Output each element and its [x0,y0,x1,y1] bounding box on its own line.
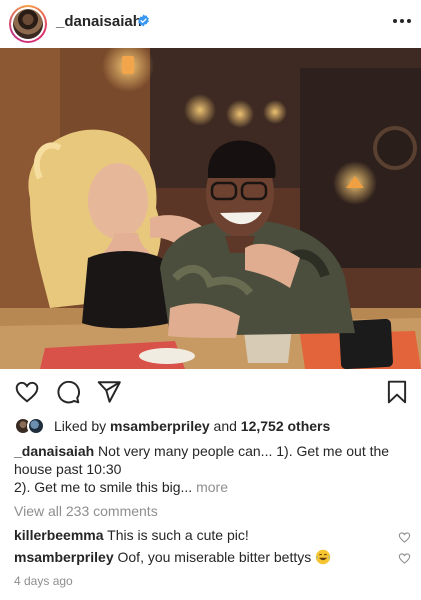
likes-summary[interactable]: Liked by msamberpriley and 12,752 others [14,416,330,436]
caption-text-line2: 2). Get me to smile this big [14,479,181,495]
caption-ellipsis: ... [180,479,193,495]
comment-text: This is such a cute pic! [103,527,249,543]
avatar-border [11,7,45,41]
more-dots-icon[interactable] [391,10,413,32]
bookmark-icon[interactable] [384,379,410,405]
likes-and: and [209,418,241,434]
heart-icon[interactable] [14,379,40,405]
comment-username[interactable]: msamberpriley [14,549,114,565]
comment-item: killerbeemma This is such a cute pic! [14,527,384,543]
avatar[interactable] [9,5,47,43]
post-actions [0,376,421,408]
caption-username[interactable]: _danaisaiah [14,443,94,459]
post-header: _danaisaiah [0,0,421,48]
verified-badge-icon [138,14,149,27]
likes-prefix: Liked by [54,418,107,434]
post-photo[interactable] [0,48,421,369]
heart-icon[interactable] [398,552,411,565]
heart-icon[interactable] [398,531,411,544]
likes-others-count[interactable]: 12,752 others [241,418,331,434]
laughing-crying-emoji-icon [315,549,331,565]
comment-username[interactable]: killerbeemma [14,527,104,543]
liker-username[interactable]: msamberpriley [110,418,210,434]
photo-illustration [0,48,421,369]
avatar-image [13,9,43,39]
paper-plane-icon[interactable] [96,379,122,405]
comment-item: msamberpriley Oof, you miserable bitter … [14,549,384,565]
more-dots-glyph [393,19,411,23]
liker-avatars [14,416,48,436]
post-username[interactable]: _danaisaiah [56,13,142,30]
view-all-comments-link[interactable]: View all 233 comments [14,503,158,519]
comment-text: Oof, you miserable bitter bettys [113,549,312,565]
caption-more-link[interactable]: more [192,479,228,495]
comment-bubble-icon[interactable] [55,379,81,405]
post-caption: _danaisaiah Not very many people can... … [14,442,394,496]
liker-avatar [27,417,45,435]
post-timestamp: 4 days ago [14,574,73,588]
